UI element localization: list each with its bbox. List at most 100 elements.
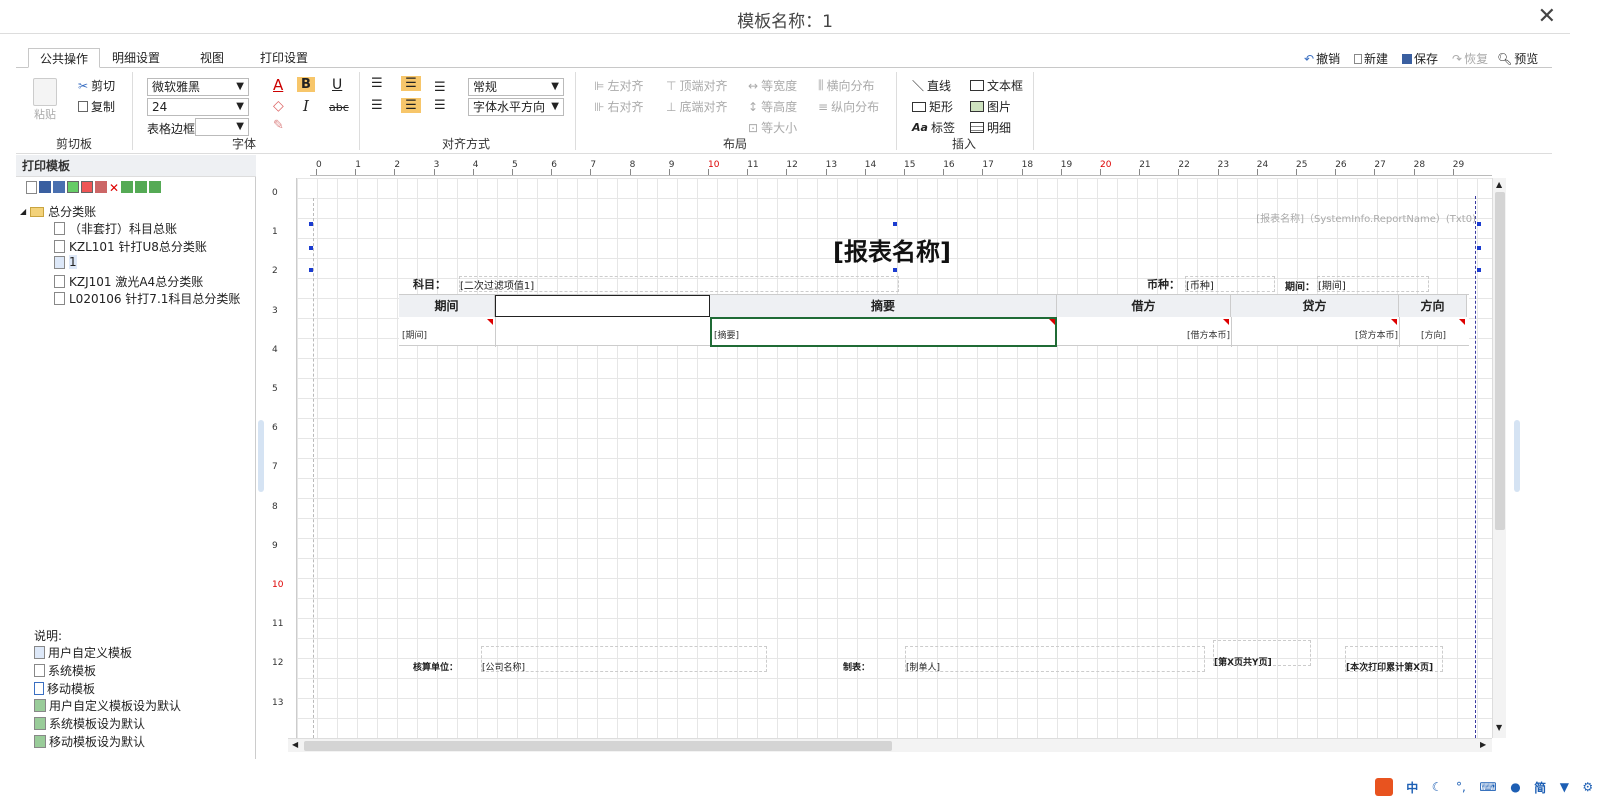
scroll-left-icon[interactable]: ◀ [292,740,298,749]
insert-rect-button[interactable]: 矩形 [912,98,953,115]
detail-table[interactable]: 期间 摘要 借方 贷方 方向 [期间] [摘要] [借方本币] [贷方本币] [… [399,294,1469,347]
tab-common[interactable]: 公共操作 [28,48,100,68]
default-template-icon[interactable] [81,181,93,193]
subject-label[interactable]: 科目： [413,276,446,292]
unit-label[interactable]: 核算单位： [413,660,458,673]
save-template-icon[interactable] [39,181,51,193]
table-cell[interactable]: [借方本币] [1187,328,1230,341]
eraser-icon[interactable]: ◇ [273,98,284,114]
table-cell[interactable]: [期间] [402,328,427,341]
selection-handle[interactable] [893,268,897,272]
system-report-name-field[interactable]: [报表名称]（SystemInfo.ReportName）(Txt0) [1256,210,1476,225]
ime-logo-icon[interactable] [1374,778,1393,796]
table-cell[interactable]: [方向] [1421,328,1446,341]
save-as-icon[interactable] [53,181,65,193]
tab-detail-settings[interactable]: 明细设置 [106,48,166,68]
tree-item[interactable]: KZL101 针打U8总分类账 [54,238,207,255]
import-icon[interactable] [121,181,134,193]
selection-handle[interactable] [1477,222,1481,226]
text-direction-select[interactable]: 字体水平方向 ▼ [468,98,564,116]
gear-icon[interactable]: ⚙ [1582,780,1593,794]
align-left-icon[interactable]: ☰ [371,98,383,113]
table-header-cell[interactable]: 摘要 [710,295,1057,317]
skin-icon[interactable]: ▼ [1560,780,1569,794]
same-width-button[interactable]: ↔ 等宽度 [748,77,797,94]
simplified-toggle[interactable]: 简 [1534,779,1546,796]
text-style-select[interactable]: 常规 ▼ [468,78,564,96]
table-header-cell[interactable]: 贷方 [1231,295,1399,317]
selection-handle[interactable] [1477,268,1481,272]
currency-label[interactable]: 币种： [1147,276,1180,292]
vertical-distribute-button[interactable]: ≡ 纵向分布 [818,98,879,115]
insert-image-button[interactable]: 图片 [970,98,1011,115]
redo-button[interactable]: ↷ 恢复 [1452,50,1488,67]
keyboard-icon[interactable]: ⌨ [1479,780,1496,794]
moon-icon[interactable]: ☾ [1432,780,1443,794]
horizontal-scrollbar[interactable]: ◀ ▶ [288,738,1492,752]
period-field[interactable]: [期间] [1317,276,1429,292]
cut-button[interactable]: ✂ 剪切 [78,77,115,94]
italic-button[interactable]: I [303,97,309,115]
right-align-button[interactable]: ⊪ 右对齐 [594,98,643,115]
insert-label-button[interactable]: Aa 标签 [912,119,955,136]
scroll-up-icon[interactable]: ▲ [1496,180,1502,189]
report-title[interactable]: [报表名称] [833,232,951,267]
insert-textbox-button[interactable]: 文本框 [970,77,1023,94]
align-center-icon[interactable]: ☰ [401,98,421,113]
preview-button[interactable]: 🔍︎ 预览 [1497,50,1538,67]
maker-label[interactable]: 制表： [843,660,870,673]
selection-handle[interactable] [309,268,313,272]
new-button[interactable]: 新建 [1354,50,1388,67]
tree-item-selected[interactable]: 1 [54,255,77,269]
table-border-select[interactable]: ▼ [195,118,249,136]
period-label[interactable]: 期间： [1285,278,1315,293]
punctuation-icon[interactable]: °, [1456,780,1466,794]
highlighter-icon[interactable]: ✎ [273,118,284,133]
scroll-down-icon[interactable]: ▼ [1496,723,1502,732]
table-header-cell[interactable] [495,295,710,317]
align-top-icon[interactable]: ☰ [371,76,383,91]
copy-button[interactable]: 复制 [78,98,115,115]
tab-print-settings[interactable]: 打印设置 [254,48,314,68]
vertical-scroll-thumb[interactable] [1495,192,1505,530]
align-middle-icon[interactable]: ☰ [401,76,421,91]
underline-button[interactable]: U [332,77,342,93]
selection-handle[interactable] [309,246,313,250]
user-icon[interactable]: ● [1510,780,1520,794]
expand-icon[interactable]: ◢ [20,207,26,216]
horizontal-scroll-thumb[interactable] [304,741,892,751]
new-template-icon[interactable] [26,181,37,194]
align-bottom-icon[interactable]: ☰ [434,80,446,95]
selected-cell[interactable]: [摘要] [710,317,1057,347]
subject-field[interactable]: [二次过滤项值1] [459,276,899,292]
tab-view[interactable]: 视图 [192,48,232,68]
export-icon[interactable] [135,181,148,193]
unit-field[interactable]: [公司名称] [481,646,767,673]
top-align-button[interactable]: ⊤ 顶端对齐 [666,77,727,94]
vertical-scrollbar[interactable]: ▲ ▼ [1492,178,1506,738]
strike-button[interactable]: abc [329,101,349,114]
insert-line-button[interactable]: ＼ 直线 [912,77,951,94]
selection-handle[interactable] [1477,246,1481,250]
scroll-right-icon[interactable]: ▶ [1480,740,1486,749]
print-count-field[interactable]: [本次打印累计第X页] [1345,646,1443,673]
same-height-button[interactable]: ↕ 等高度 [748,98,797,115]
table-header-cell[interactable]: 借方 [1057,295,1231,317]
undo-button[interactable]: ↶ 撤销 [1304,50,1340,67]
close-icon[interactable]: ✕ [1538,4,1556,29]
table-header-cell[interactable]: 期间 [399,295,495,317]
tree-folder[interactable]: ◢ 总分类账 [20,203,96,220]
selection-handle[interactable] [309,222,313,226]
page-number-field[interactable]: [第X页共Y页] [1213,640,1311,668]
currency-field[interactable]: [币种] [1185,276,1275,292]
bottom-align-button[interactable]: ⊥ 底端对齐 [666,98,727,115]
bold-button[interactable]: B [297,77,315,92]
paste-button[interactable]: 粘贴 [30,78,60,121]
insert-detail-button[interactable]: 明细 [970,119,1011,136]
left-splitter-handle[interactable] [258,420,264,492]
table-header-cell[interactable]: 方向 [1399,295,1467,317]
tree-item[interactable]: KZJ101 激光A4总分类账 [54,273,203,290]
design-canvas[interactable]: [报表名称]（SystemInfo.ReportName）(Txt0) [报表名… [296,178,1492,738]
copy-template-icon[interactable] [67,181,79,193]
edit-template-icon[interactable] [95,181,107,193]
